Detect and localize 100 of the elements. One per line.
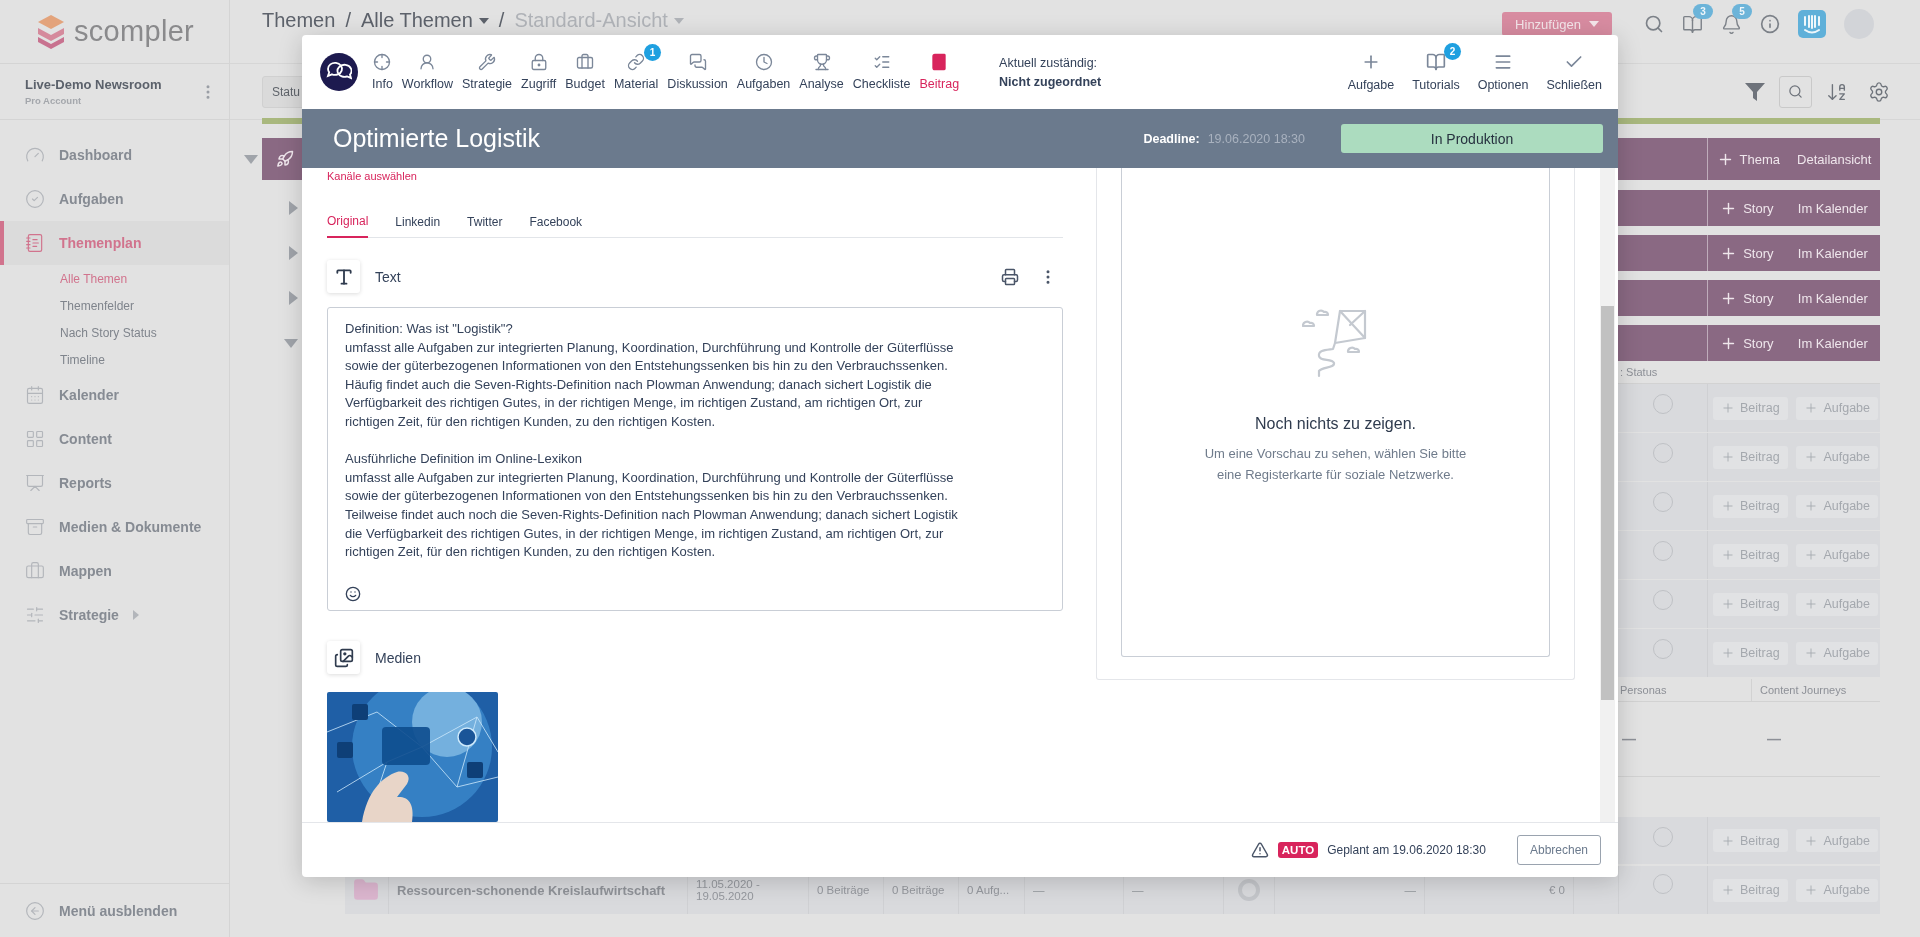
toolbar-tab[interactable]: Diskussion <box>667 53 728 91</box>
empty-value: — <box>1766 731 1782 747</box>
toolbar-button[interactable]: Schließen <box>1546 52 1602 92</box>
arrow-left-icon <box>25 900 45 921</box>
sidebar-subitem[interactable]: Timeline <box>60 352 105 367</box>
sliders-icon <box>25 605 45 625</box>
plus-icon <box>1721 883 1735 897</box>
search-icon <box>1788 84 1803 99</box>
sidebar-item[interactable]: Themenplan <box>0 221 229 265</box>
notifications-icon[interactable] <box>1721 13 1742 35</box>
section-title: Text <box>375 268 401 285</box>
add-button[interactable]: Hinzufügen <box>1502 12 1612 36</box>
plus-icon <box>1721 548 1735 562</box>
filter-icon[interactable] <box>1745 82 1765 101</box>
scrollbar-thumb[interactable] <box>1601 306 1614 700</box>
caret-icon[interactable] <box>289 246 298 260</box>
calendar-icon <box>25 385 45 405</box>
account-plan: Pro Account <box>25 95 83 106</box>
presentation-icon <box>25 473 45 493</box>
channel-tab[interactable]: Facebook <box>529 214 583 237</box>
caret-icon[interactable] <box>289 291 298 305</box>
status-button[interactable]: In Produktion <box>1341 124 1603 153</box>
plus-icon <box>1721 401 1735 415</box>
count-badge: 2 <box>1443 43 1461 60</box>
add-topic-button[interactable]: Thema <box>1716 150 1780 168</box>
plus-icon <box>1804 548 1819 562</box>
count-badge: 1 <box>644 44 662 61</box>
print-icon[interactable] <box>1001 267 1019 286</box>
calendar-link[interactable]: Im Kalender <box>1797 335 1868 351</box>
sidebar-item[interactable]: Kalender <box>0 373 229 417</box>
toolbar-tab[interactable]: Budget <box>565 53 605 91</box>
sidebar-item[interactable]: Strategie <box>0 593 229 637</box>
breadcrumb-item[interactable]: Themen <box>262 9 336 32</box>
sidebar-item[interactable]: Dashboard <box>0 133 229 177</box>
cancel-button[interactable]: Abbrechen <box>1516 835 1601 865</box>
empty-state-title: Noch nichts zu zeigen. <box>1255 415 1416 433</box>
column-header: Personas <box>1619 684 1668 696</box>
add-story-button[interactable]: Story <box>1720 244 1774 262</box>
logo-text: scompler <box>74 15 195 48</box>
assignee-label: Aktuell zuständig: <box>999 55 1099 70</box>
toolbar-tab[interactable]: Info <box>372 53 393 91</box>
select-channels-link[interactable]: Kanäle auswählen <box>327 170 417 182</box>
table-cell: — <box>1132 884 1144 896</box>
text-editor[interactable] <box>327 307 1063 611</box>
hide-menu-button[interactable]: Menü ausblenden <box>0 883 229 937</box>
caret-icon[interactable] <box>289 201 298 215</box>
add-story-button[interactable]: Story <box>1720 334 1774 352</box>
settings-icon[interactable] <box>1868 80 1890 103</box>
notebook-icon <box>25 233 45 253</box>
plus-icon <box>1804 401 1819 415</box>
chat-bubbles-icon <box>688 53 707 71</box>
calendar-link[interactable]: Im Kalender <box>1797 200 1868 216</box>
sidebar-item[interactable]: Reports <box>0 461 229 505</box>
detail-view-link[interactable]: Detailansicht <box>1797 151 1872 167</box>
link-icon <box>627 53 646 71</box>
plus-icon <box>1721 833 1735 848</box>
intercom-icon[interactable] <box>1798 10 1826 38</box>
table-cell: € 0 <box>1549 884 1565 896</box>
plus-icon <box>1804 450 1819 464</box>
calendar-link[interactable]: Im Kalender <box>1797 290 1868 306</box>
add-story-button[interactable]: Story <box>1720 199 1774 217</box>
sidebar-subitem[interactable]: Themenfelder <box>60 298 135 313</box>
toolbar-button[interactable]: Optionen <box>1477 52 1529 92</box>
caret-icon <box>478 17 489 24</box>
toolbar-tab[interactable]: Zugriff <box>521 53 557 91</box>
info-icon[interactable] <box>1760 14 1780 34</box>
book-icon <box>930 53 949 71</box>
breadcrumb-item[interactable]: Alle Themen <box>360 9 489 32</box>
toolbar-tab[interactable]: Checkliste <box>852 53 911 91</box>
book-icon[interactable] <box>1682 13 1703 35</box>
toolbar-tab[interactable]: Strategie <box>462 53 513 91</box>
channel-tab[interactable]: Linkedin <box>395 214 441 237</box>
deadline-value: 19.06.2020 18:30 <box>1207 131 1305 146</box>
channel-tab[interactable]: Twitter <box>467 214 503 237</box>
section-title: Medien <box>375 649 421 666</box>
sidebar-subitem[interactable]: Alle Themen <box>60 271 128 286</box>
calendar-link[interactable]: Im Kalender <box>1797 245 1868 261</box>
toolbar-tab[interactable]: Aufgaben <box>736 53 791 91</box>
sidebar-item[interactable]: Content <box>0 417 229 461</box>
column-header: Content Journeys <box>1760 684 1847 696</box>
book-icon <box>1425 52 1446 72</box>
text-icon <box>333 266 354 287</box>
caret-icon[interactable] <box>244 154 258 164</box>
search-button[interactable] <box>1779 75 1812 108</box>
add-story-button[interactable]: Story <box>1720 289 1774 307</box>
briefcase-icon <box>576 53 595 71</box>
emoji-icon[interactable] <box>345 586 361 602</box>
table-cell: — <box>1404 884 1416 896</box>
channel-tab[interactable]: Original <box>327 214 369 238</box>
sidebar-item[interactable]: Mappen <box>0 549 229 593</box>
schedule-text: Geplant am 19.06.2020 18:30 <box>1327 843 1486 857</box>
toolbar-tab[interactable]: Analyse <box>799 53 844 91</box>
sidebar-item[interactable]: Medien & Dokumente <box>0 505 229 549</box>
sidebar-subitem[interactable]: Nach Story Status <box>60 325 157 340</box>
sidebar-item[interactable]: Aufgaben <box>0 177 229 221</box>
toolbar-tab[interactable]: Workflow <box>401 53 454 91</box>
search-icon[interactable] <box>1644 14 1664 34</box>
caret-icon[interactable] <box>284 338 298 348</box>
toolbar-tab[interactable]: Beitrag <box>919 53 960 91</box>
toolbar-button[interactable]: Aufgabe <box>1347 52 1395 92</box>
